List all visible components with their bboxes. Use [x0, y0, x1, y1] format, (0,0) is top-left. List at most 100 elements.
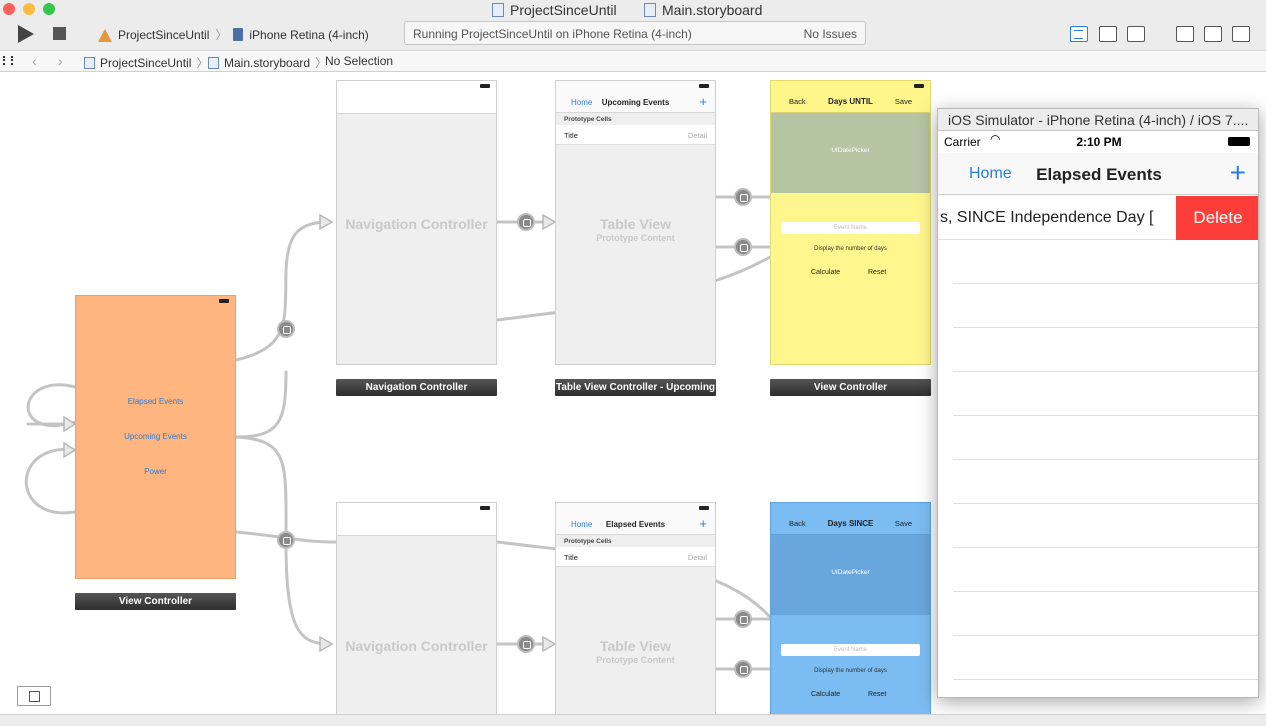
prototype-content-watermark: Prototype Content: [596, 655, 675, 665]
segue-line: [234, 370, 288, 439]
segue-node[interactable]: [277, 320, 295, 338]
navigator-toggle-icon[interactable]: [1176, 26, 1194, 42]
days-until-scene[interactable]: Back Days UNTIL Save UIDatePicker Event …: [770, 80, 931, 365]
days-until-label[interactable]: View Controller: [770, 379, 931, 396]
minimize-window-button[interactable]: [23, 3, 35, 15]
battery-icon: [699, 506, 709, 510]
ios-nav-bar: Home Elapsed Events +: [938, 153, 1258, 195]
upcoming-table-label[interactable]: Table View Controller - Upcoming: [555, 379, 716, 396]
battery-icon: [480, 506, 490, 510]
upcoming-events-button[interactable]: Upcoming Events: [76, 432, 235, 441]
scheme-name: ProjectSinceUntil: [118, 27, 210, 42]
days-info-label: Display the number of days: [814, 668, 887, 674]
prototype-cells-label: Prototype Cells: [564, 116, 612, 123]
scheme-selector[interactable]: ProjectSinceUntil 〉 iPhone Retina (4-inc…: [98, 26, 369, 43]
stop-button[interactable]: [53, 27, 66, 40]
forward-arrow-icon[interactable]: ›: [58, 53, 63, 69]
prototype-cell[interactable]: Title Detail: [556, 125, 715, 145]
standard-editor-icon[interactable]: [1070, 26, 1088, 42]
reset-button[interactable]: Reset: [868, 269, 886, 276]
empty-row: [953, 636, 1258, 680]
nav-bar: Home Elapsed Events +: [556, 513, 715, 535]
project-file-icon: [84, 56, 95, 69]
jump-project-label: ProjectSinceUntil: [100, 55, 192, 70]
top-navigation-controller-label[interactable]: Navigation Controller: [336, 379, 497, 396]
jump-file[interactable]: Main.storyboard 〉: [208, 54, 327, 71]
related-items-icon[interactable]: [3, 56, 13, 65]
clock-label: 2:10 PM: [1076, 135, 1122, 149]
status-bar: [76, 296, 235, 306]
days-since-scene[interactable]: Back Days SINCE Save UIDatePicker Event …: [770, 502, 931, 714]
jump-selection-label: No Selection: [325, 54, 394, 68]
cell-title: Title: [564, 553, 578, 562]
nav-bar: [337, 503, 496, 536]
issues-indicator[interactable]: No Issues: [804, 27, 857, 41]
empty-row: [953, 504, 1258, 548]
debug-area-toggle-icon[interactable]: [1204, 26, 1222, 42]
storyboard-file-icon: [208, 56, 219, 69]
calculate-button[interactable]: Calculate: [811, 269, 840, 276]
storyboard-doc-title: Main.storyboard: [644, 1, 762, 19]
jump-project[interactable]: ProjectSinceUntil 〉: [84, 54, 208, 71]
calculate-button[interactable]: Calculate: [811, 691, 840, 698]
toggle-document-outline-button[interactable]: [17, 686, 51, 706]
assistant-editor-icon[interactable]: [1099, 26, 1117, 42]
save-button[interactable]: Save: [895, 519, 912, 528]
add-icon[interactable]: +: [699, 516, 707, 531]
activity-viewer: Running ProjectSinceUntil on iPhone Reti…: [404, 21, 866, 45]
prototype-cell[interactable]: Title Detail: [556, 547, 715, 567]
debug-bar: [0, 714, 1266, 726]
simulator-title: iOS Simulator - iPhone Retina (4-inch) /…: [938, 109, 1258, 131]
days-info-label: Display the number of days: [814, 246, 887, 252]
utilities-toggle-icon[interactable]: [1232, 26, 1250, 42]
segue-node[interactable]: [277, 531, 295, 549]
storyboard-doc-name: Main.storyboard: [662, 2, 763, 18]
cell-detail: Detail: [687, 553, 707, 562]
add-event-icon[interactable]: +: [1230, 157, 1246, 189]
segue-line: [234, 220, 332, 362]
relationship-node[interactable]: [517, 635, 535, 653]
save-button[interactable]: Save: [895, 97, 912, 106]
date-picker[interactable]: UIDatePicker: [771, 113, 930, 193]
empty-row: [953, 240, 1258, 284]
prototype-content-watermark: Prototype Content: [596, 233, 675, 243]
ios-status-bar: Carrier ◠ 2:10 PM: [938, 131, 1258, 153]
status-bar: [556, 503, 715, 513]
ios-nav-title: Elapsed Events: [1036, 165, 1162, 184]
relationship-node[interactable]: [517, 213, 535, 231]
close-window-button[interactable]: [3, 3, 15, 15]
empty-row: [953, 548, 1258, 592]
jump-selection[interactable]: No Selection: [325, 54, 393, 68]
segue-node[interactable]: [734, 610, 752, 628]
root-view-controller-label[interactable]: View Controller: [75, 593, 236, 610]
elapsed-events-button[interactable]: Elapsed Events: [76, 397, 235, 406]
run-button[interactable]: [18, 25, 34, 43]
upcoming-table-scene[interactable]: Home Upcoming Events + Prototype Cells T…: [555, 80, 716, 365]
version-editor-icon[interactable]: [1127, 26, 1145, 42]
segue-line: [24, 448, 77, 515]
xcode-toolbar: ProjectSinceUntil Main.storyboard Projec…: [0, 0, 1266, 50]
nav-controller-watermark: Navigation Controller: [345, 638, 488, 654]
zoom-window-button[interactable]: [43, 3, 55, 15]
segue-node[interactable]: [734, 238, 752, 256]
chevron-right-icon: 〉: [215, 28, 228, 42]
scheme-icon: [98, 28, 112, 42]
add-icon[interactable]: +: [699, 94, 707, 109]
bottom-navigation-controller-scene[interactable]: Navigation Controller: [336, 502, 497, 714]
event-name-field[interactable]: Event Name: [781, 644, 920, 656]
segue-node[interactable]: [734, 188, 752, 206]
root-view-controller-scene[interactable]: Elapsed Events Upcoming Events Power: [75, 295, 236, 579]
battery-icon: [699, 84, 709, 88]
power-button[interactable]: Power: [76, 467, 235, 476]
table-view-watermark: Table View: [599, 638, 672, 654]
date-picker[interactable]: UIDatePicker: [771, 535, 930, 615]
back-arrow-icon[interactable]: ‹: [32, 53, 37, 69]
empty-row: [953, 460, 1258, 504]
top-navigation-controller-scene[interactable]: Navigation Controller: [336, 80, 497, 365]
ios-simulator-window[interactable]: iOS Simulator - iPhone Retina (4-inch) /…: [937, 108, 1259, 698]
segue-node[interactable]: [734, 660, 752, 678]
event-name-field[interactable]: Event Name: [781, 222, 920, 234]
elapsed-table-scene[interactable]: Home Elapsed Events + Prototype Cells Ti…: [555, 502, 716, 714]
delete-button[interactable]: Delete: [1176, 196, 1258, 240]
reset-button[interactable]: Reset: [868, 691, 886, 698]
